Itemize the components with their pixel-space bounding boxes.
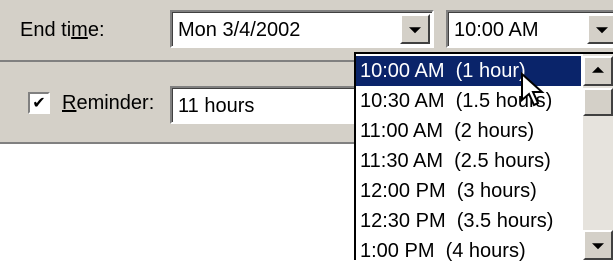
- reminder-checkbox[interactable]: ✔: [28, 92, 50, 114]
- scroll-down-icon: [592, 243, 604, 250]
- time-option[interactable]: 12:30 PM (3.5 hours): [356, 206, 581, 236]
- time-option[interactable]: 11:00 AM (2 hours): [356, 116, 581, 146]
- time-option[interactable]: 10:30 AM (1.5 hours): [356, 86, 581, 116]
- appointment-dialog: End time: Mon 3/4/2002 10:00 AM ✔ Remind…: [0, 0, 613, 262]
- scroll-down-button[interactable]: [583, 230, 613, 260]
- reminder-combobox[interactable]: 11 hours: [170, 86, 370, 124]
- end-time-dropdown-button[interactable]: [587, 14, 613, 44]
- scrollbar-thumb[interactable]: [583, 88, 613, 116]
- reminder-value: 11 hours: [178, 95, 255, 117]
- time-option[interactable]: 12:00 PM (3 hours): [356, 176, 581, 206]
- reminder-label: Reminder:: [62, 92, 155, 114]
- end-time-combobox[interactable]: 10:00 AM: [446, 10, 613, 48]
- chevron-down-icon: [409, 27, 421, 34]
- end-time-label: End time:: [20, 19, 105, 41]
- time-option[interactable]: 1:00 PM (4 hours): [356, 236, 581, 266]
- time-option[interactable]: 10:00 AM (1 hour): [356, 56, 581, 86]
- scroll-up-button[interactable]: [583, 56, 613, 86]
- scroll-up-icon: [592, 66, 604, 73]
- chevron-down-icon: [596, 27, 608, 34]
- end-date-dropdown-button[interactable]: [400, 14, 430, 44]
- end-date-value: Mon 3/4/2002: [178, 19, 301, 41]
- mouse-pointer-icon: [521, 72, 545, 107]
- checkmark-icon: ✔: [32, 93, 46, 112]
- end-date-combobox[interactable]: Mon 3/4/2002: [170, 10, 434, 48]
- dropdown-scrollbar[interactable]: [583, 54, 613, 260]
- time-option[interactable]: 11:30 AM (2.5 hours): [356, 146, 581, 176]
- end-time-value: 10:00 AM: [454, 19, 539, 41]
- time-dropdown-list[interactable]: 10:00 AM (1 hour) 10:30 AM (1.5 hours) 1…: [354, 52, 613, 262]
